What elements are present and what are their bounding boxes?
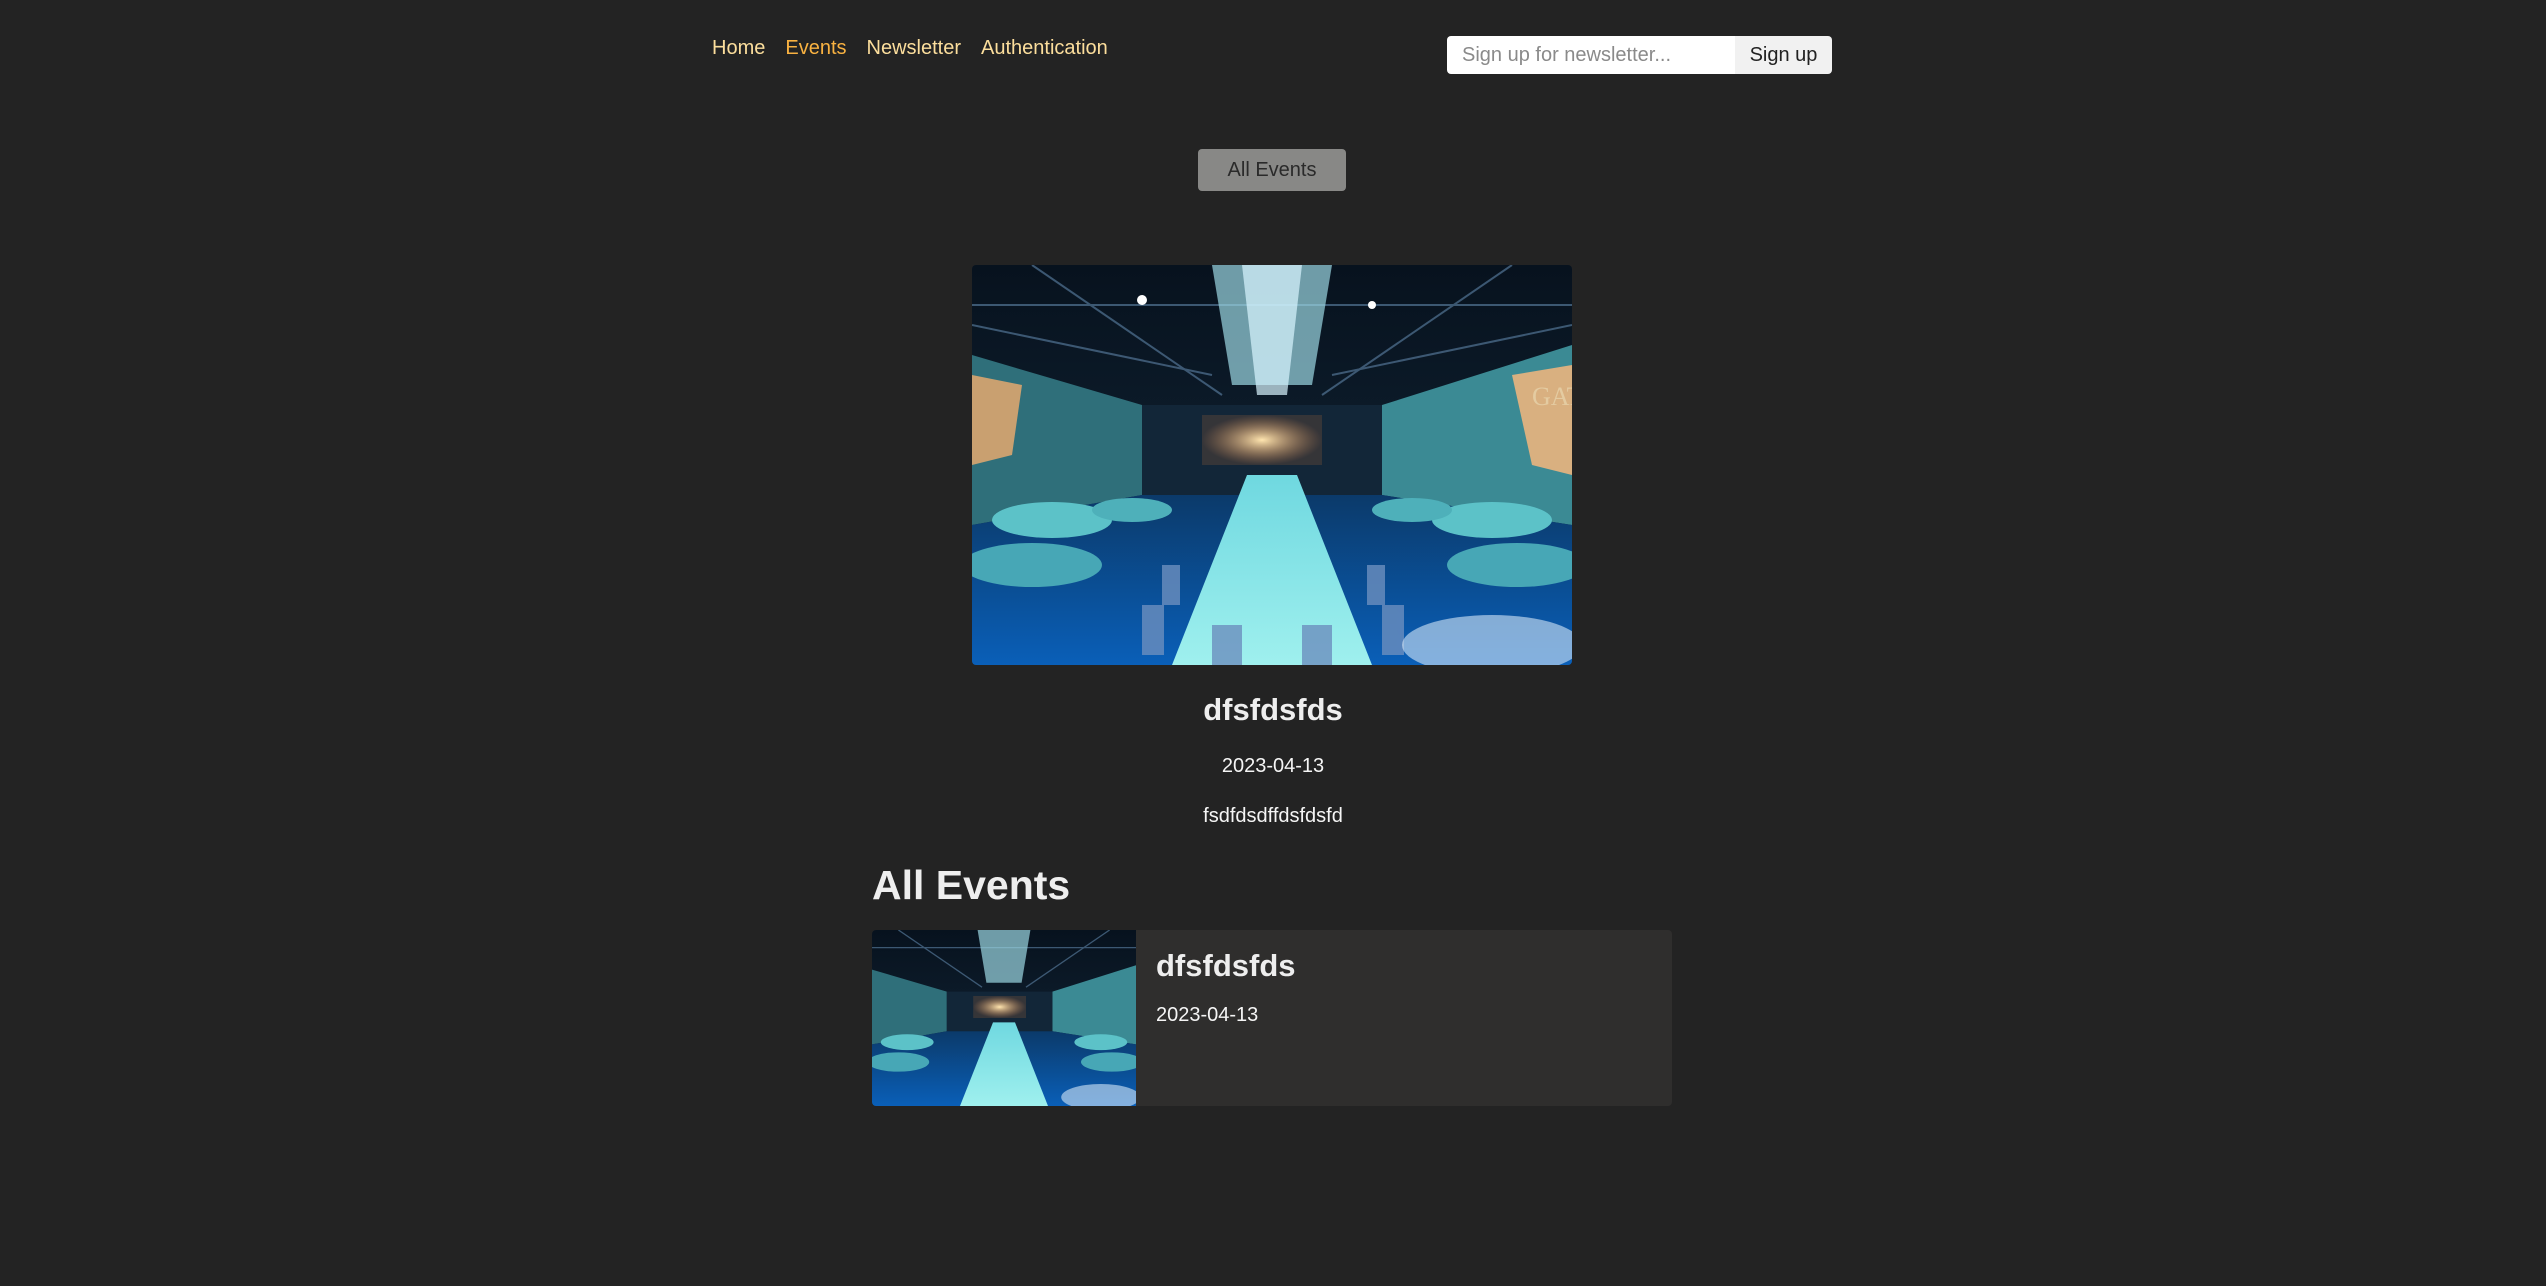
event-list-item[interactable]: dfsfdsfds 2023-04-13 (872, 930, 1672, 1106)
event-card-title: dfsfdsfds (1156, 948, 1296, 983)
featured-event-title: dfsfdsfds (1203, 692, 1343, 727)
all-events-button[interactable]: All Events (1198, 149, 1346, 191)
featured-event-date: 2023-04-13 (1221, 755, 1325, 777)
nav-link-authentication[interactable]: Authentication (981, 37, 1108, 60)
event-card-date: 2023-04-13 (1156, 1004, 1259, 1026)
nav-link-newsletter[interactable]: Newsletter (867, 37, 961, 60)
main-header: Home Events Newsletter Authentication Si… (712, 30, 1832, 80)
svg-text:GATS: GATS (1532, 382, 1572, 411)
newsletter-email-input[interactable] (1447, 36, 1735, 74)
nav-link-home[interactable]: Home (712, 37, 765, 60)
newsletter-signup-button[interactable]: Sign up (1735, 36, 1832, 74)
newsletter-signup-form: Sign up (1447, 36, 1832, 74)
nav-link-events[interactable]: Events (785, 37, 846, 60)
event-thumbnail-image (872, 930, 1136, 1106)
featured-event-image: GATS (972, 265, 1572, 665)
main-navigation: Home Events Newsletter Authentication (712, 37, 1108, 60)
events-list-heading: All Events (872, 862, 1071, 908)
featured-event-description: fsdfdsdffdsfdsfd (1203, 805, 1343, 827)
